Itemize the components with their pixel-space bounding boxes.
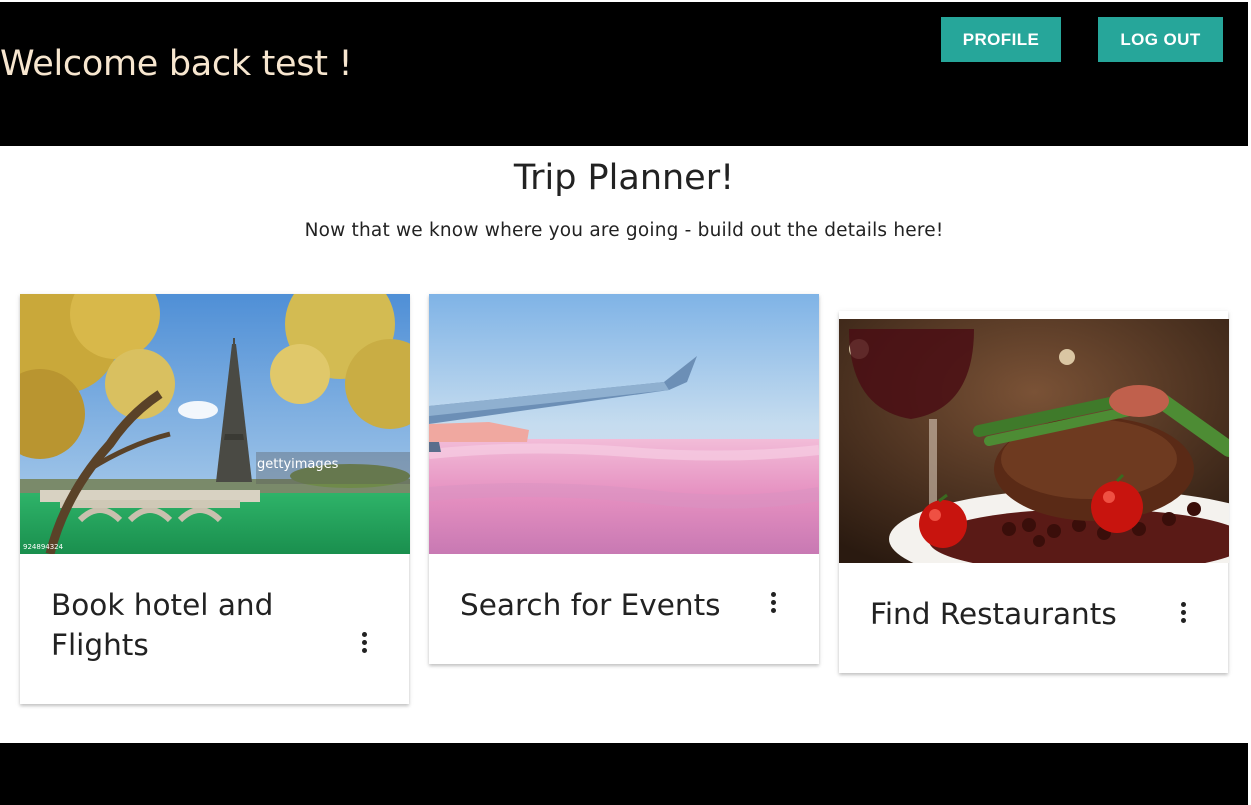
eiffel-tower-image: gettyimages 924894324: [20, 294, 410, 554]
page-title: Trip Planner!: [513, 158, 735, 198]
welcome-message: Welcome back test !: [0, 44, 353, 84]
more-vert-icon[interactable]: [768, 591, 778, 617]
card-title-line1: Book hotel and: [51, 588, 274, 622]
profile-button[interactable]: PROFILE: [941, 17, 1061, 62]
getty-watermark: gettyimages: [257, 457, 339, 472]
card-title-restaurants: Find Restaurants: [870, 597, 1117, 631]
card-title-events: Search for Events: [460, 588, 721, 622]
more-vert-icon[interactable]: [1178, 601, 1188, 627]
more-vert-icon[interactable]: [359, 631, 369, 657]
footer: [0, 743, 1248, 805]
photo-id: 924894324: [23, 543, 64, 551]
card-title-line2: Flights: [51, 628, 149, 662]
card-restaurants[interactable]: Find Restaurants: [839, 311, 1229, 673]
top-navbar: Welcome back test ! PROFILE LOG OUT: [0, 2, 1248, 146]
steak-dinner-image: [839, 319, 1229, 563]
card-hotel-flights[interactable]: gettyimages 924894324 Book hotel and Fli…: [20, 294, 410, 704]
logout-button[interactable]: LOG OUT: [1098, 17, 1223, 62]
card-title-hotel-flights: Book hotel and Flights: [51, 585, 273, 665]
card-events[interactable]: Search for Events: [429, 294, 819, 664]
page-subtitle: Now that we know where you are going - b…: [304, 220, 944, 241]
airplane-wing-image: [429, 294, 819, 554]
